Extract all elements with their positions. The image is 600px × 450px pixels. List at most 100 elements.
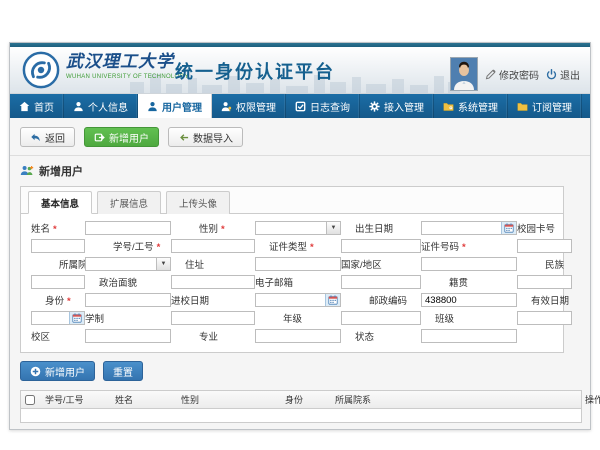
nav-label: 接入管理 [384, 99, 424, 114]
new-user-panel: 基本信息 扩展信息 上传头像 姓名* 性别* ▼ 出生日期 校园卡号 学号/工号… [20, 186, 564, 353]
col-operations: 操作 [583, 393, 600, 406]
university-name-block: 武汉理工大学 WUHAN UNIVERSITY OF TECHNOLOGY [66, 54, 189, 80]
department-value [86, 258, 156, 270]
select-all-checkbox[interactable] [25, 395, 35, 405]
status-input[interactable] [421, 329, 517, 343]
screenshot-stage: 武汉理工大学 WUHAN UNIVERSITY OF TECHNOLOGY 统一… [0, 0, 600, 450]
chevron-down-icon[interactable]: ▼ [156, 258, 170, 270]
field-label: 证件号码* [421, 239, 517, 253]
logout-link[interactable]: 退出 [546, 67, 580, 82]
address-input[interactable] [255, 257, 341, 271]
add-user-toolbar-label: 新增用户 [109, 130, 149, 145]
import-arrow-icon [178, 132, 189, 143]
nav-item-log-query[interactable]: 日志查询 [286, 94, 360, 118]
id-number-input[interactable] [517, 239, 572, 253]
grade-input[interactable] [341, 311, 421, 325]
nav-item-user-mgmt[interactable]: 用户管理 [138, 94, 212, 118]
add-user-icon [94, 132, 105, 143]
nav-label: 个人信息 [88, 99, 128, 114]
col-identity: 身份 [283, 393, 333, 406]
app-header: 武汉理工大学 WUHAN UNIVERSITY OF TECHNOLOGY 统一… [10, 47, 590, 94]
field-label: 电子邮箱 [255, 275, 341, 289]
logout-label: 退出 [560, 67, 580, 82]
gender-value [256, 222, 326, 234]
back-arrow-icon [30, 132, 41, 143]
col-department: 所属院系 [333, 393, 583, 406]
major-input[interactable] [255, 329, 341, 343]
nav-label: 权限管理 [236, 99, 276, 114]
home-icon [19, 101, 30, 112]
university-logo [22, 51, 60, 89]
add-user-submit-label: 新增用户 [45, 364, 85, 379]
department-select[interactable]: ▼ [85, 257, 171, 271]
nav-label: 系统管理 [458, 99, 498, 114]
ethnicity-input[interactable] [31, 275, 85, 289]
toolbar: 返回 新增用户 数据导入 [10, 118, 590, 155]
field-label: 班级 [421, 311, 517, 325]
reset-button[interactable]: 重置 [103, 361, 143, 381]
empty-table-body [21, 409, 581, 422]
user-table-header: 学号/工号 姓名 性别 身份 所属院系 操作 [21, 391, 581, 409]
field-label: 国家/地区 [341, 257, 421, 271]
schooling-length-input[interactable] [171, 311, 255, 325]
field-label: 学制 [85, 311, 171, 325]
nav-item-system-mgmt[interactable]: 系统管理 [434, 94, 508, 118]
pencil-icon [485, 69, 496, 80]
field-label: 住址 [171, 257, 255, 271]
field-label: 出生日期 [341, 221, 421, 235]
user-table: 学号/工号 姓名 性别 身份 所属院系 操作 [20, 390, 582, 423]
calendar-icon[interactable] [501, 222, 516, 234]
change-password-label: 修改密码 [499, 67, 539, 82]
nav-item-subscription-mgmt[interactable]: 订阅管理 [508, 94, 582, 118]
native-place-input[interactable] [517, 275, 572, 289]
field-label: 所属院系 [31, 257, 85, 271]
country-region-input[interactable] [421, 257, 517, 271]
tab-upload-avatar[interactable]: 上传头像 [166, 191, 230, 214]
required-star: * [221, 224, 225, 235]
field-label: 专业 [171, 329, 255, 343]
nav-label: 日志查询 [310, 99, 350, 114]
name-input[interactable] [85, 221, 171, 235]
folder-gear-icon [443, 101, 454, 112]
add-user-submit-button[interactable]: 新增用户 [20, 361, 95, 381]
app-window: 武汉理工大学 WUHAN UNIVERSITY OF TECHNOLOGY 统一… [9, 42, 591, 430]
campus-card-input[interactable] [31, 239, 85, 253]
class-input[interactable] [517, 311, 572, 325]
gender-select[interactable]: ▼ [255, 221, 341, 235]
field-label: 籍贯 [421, 275, 517, 289]
field-label: 学号/工号* [85, 239, 171, 253]
id-type-input[interactable] [341, 239, 421, 253]
required-star: * [157, 242, 161, 253]
email-input[interactable] [341, 275, 421, 289]
chevron-down-icon[interactable]: ▼ [326, 222, 340, 234]
nav-item-access-mgmt[interactable]: 接入管理 [360, 94, 434, 118]
identity-input[interactable] [85, 293, 171, 307]
plus-circle-icon [30, 366, 41, 377]
political-status-input[interactable] [171, 275, 255, 289]
required-star: * [67, 296, 71, 307]
change-password-link[interactable]: 修改密码 [485, 67, 539, 82]
add-user-toolbar-button[interactable]: 新增用户 [84, 127, 159, 147]
required-star: * [53, 224, 57, 235]
university-name-cn: 武汉理工大学 [66, 54, 189, 71]
data-import-button[interactable]: 数据导入 [168, 127, 243, 147]
col-student-id: 学号/工号 [43, 393, 113, 406]
student-id-input[interactable] [171, 239, 255, 253]
nav-item-home[interactable]: 首页 [10, 94, 64, 118]
form-actions: 新增用户 重置 [20, 361, 590, 381]
col-name: 姓名 [113, 393, 179, 406]
tab-extended-info[interactable]: 扩展信息 [97, 191, 161, 214]
tab-basic-info[interactable]: 基本信息 [28, 191, 92, 214]
back-label: 返回 [45, 130, 65, 145]
back-button[interactable]: 返回 [20, 127, 75, 147]
nav-item-permission-mgmt[interactable]: 权限管理 [212, 94, 286, 118]
campus-input[interactable] [85, 329, 171, 343]
content-area: 返回 新增用户 数据导入 新增用户 基本信息 扩展信息 上传头像 [10, 118, 590, 429]
nav-item-personal-info[interactable]: 个人信息 [64, 94, 138, 118]
field-label: 证件类型* [255, 239, 341, 253]
user-avatar[interactable] [450, 57, 478, 91]
section-header: 新增用户 [10, 155, 590, 184]
calendar-icon[interactable] [325, 294, 340, 306]
calendar-icon[interactable] [69, 312, 84, 324]
postal-code-input[interactable] [421, 293, 517, 307]
